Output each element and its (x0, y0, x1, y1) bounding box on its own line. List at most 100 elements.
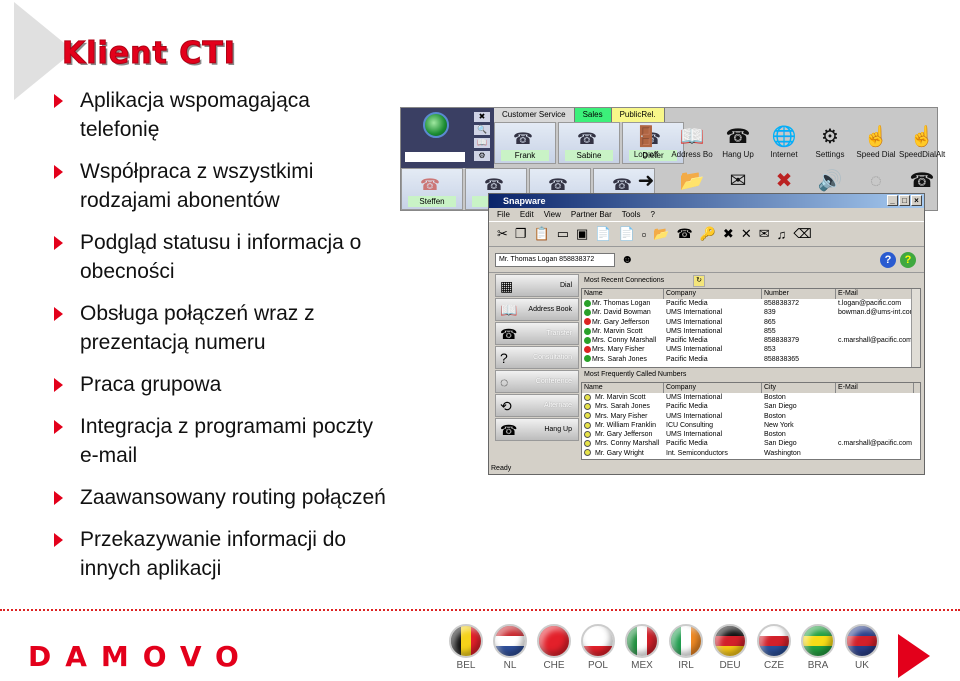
folder-icon[interactable]: 📂 (669, 168, 715, 194)
music-icon[interactable]: ♫ (777, 227, 787, 242)
dial-input[interactable] (405, 152, 465, 162)
table-row[interactable]: Mr. Gary Jefferson UMS International Bosto… (582, 430, 920, 439)
country-link[interactable]: DEU (712, 624, 748, 671)
table-row[interactable]: Mrs. Sarah Jones Pacific Media 858838365 (582, 355, 920, 364)
toolbar-button[interactable]: ☝ Speed Dial (853, 124, 899, 159)
column-header[interactable]: Company (664, 289, 762, 299)
menu-item[interactable]: File (497, 210, 510, 219)
document-small-icon[interactable]: ▫ (642, 227, 647, 242)
table-row[interactable]: Mr. Gary Wright Int. Semiconductors Washin… (582, 449, 920, 458)
book-icon[interactable]: 📖 (474, 138, 490, 148)
mail-icon[interactable]: ✉ (759, 226, 770, 242)
toolbar-button[interactable]: 🚪 Log off (623, 124, 669, 159)
column-header[interactable]: E-Mail (836, 289, 914, 299)
paste-icon[interactable]: 📋 (534, 226, 550, 242)
name-text: Mrs. Sarah Jones (592, 355, 647, 363)
cancel-window-icon[interactable]: ✖ (761, 168, 807, 194)
mail-icon[interactable]: ✉ (715, 168, 761, 194)
search-icon[interactable]: 🔍 (474, 125, 490, 135)
country-link[interactable]: NL (492, 624, 528, 671)
toolbar-button[interactable]: ☝ SpeedDialAlt (899, 124, 945, 159)
table-row[interactable]: Mr. Marvin Scott UMS International 855 (582, 327, 920, 336)
column-header[interactable]: City (762, 383, 836, 393)
lookup-icon[interactable]: ☻ (621, 252, 634, 266)
column-header[interactable]: Name (582, 289, 664, 299)
country-link[interactable]: CZE (756, 624, 792, 671)
partner-tile[interactable]: ☎ Steffen (401, 168, 463, 210)
phone-status-orb-icon[interactable] (423, 112, 449, 138)
action-button[interactable]: ◌ Conference (495, 370, 579, 393)
table-row[interactable]: Mrs. Sarah Jones Pacific Media San Diego (582, 402, 920, 411)
partner-tile[interactable]: ☎ Frank (494, 122, 556, 164)
cut-icon[interactable]: ✂ (497, 226, 508, 242)
eraser-icon[interactable]: ⌫ (793, 226, 811, 242)
action-button[interactable]: ☎ Transfer (495, 322, 579, 345)
table-row[interactable]: Mrs. Mary Fisher UMS International 853 (582, 345, 920, 354)
menu-item[interactable]: Partner Bar (571, 210, 612, 219)
table-row[interactable]: Mr. David Bowman UMS International 839 bowm… (582, 308, 920, 317)
table-row[interactable]: Mr. William Franklin ICU Consulting New Yo… (582, 421, 920, 430)
copy-icon[interactable]: ❐ (515, 226, 527, 242)
transfer-icon[interactable]: ☎ (899, 168, 945, 194)
folder-icon[interactable]: 📂 (653, 226, 669, 242)
column-header[interactable]: Company (664, 383, 762, 393)
document-icon[interactable]: 📄 (619, 226, 635, 242)
menu-item[interactable]: Tools (622, 210, 641, 219)
document-icon[interactable]: 📄 (595, 226, 611, 242)
country-link[interactable]: IRL (668, 624, 704, 671)
network-icon[interactable]: ⚙ (474, 151, 490, 161)
minimize-button[interactable]: _ (887, 195, 898, 206)
speed-dial-alt-icon: ☝ (909, 126, 935, 148)
refresh-icon[interactable]: ↻ (693, 275, 705, 287)
caller-field[interactable]: Mr. Thomas Logan 858838372 (495, 253, 615, 267)
toolbar-button[interactable]: ⚙ Settings (807, 124, 853, 159)
close-icon[interactable]: ✖ (474, 112, 490, 122)
context-help-icon[interactable]: ? (900, 252, 916, 268)
table-row[interactable]: Mrs. Conny Marshall Pacific Media 85883837… (582, 336, 920, 345)
tab-sales[interactable]: Sales (574, 108, 612, 122)
action-button[interactable]: ▦ Dial (495, 274, 579, 297)
help-icon[interactable]: ? (880, 252, 896, 268)
country-link[interactable]: BRA (800, 624, 836, 671)
country-link[interactable]: UK (844, 624, 880, 671)
window-icon[interactable]: ▭ (557, 226, 569, 242)
toolbar-button[interactable]: 🌐 Internet (761, 124, 807, 159)
remove-user-icon[interactable]: ✖ (723, 226, 734, 242)
tab-customer-service[interactable]: Customer Service (494, 108, 575, 122)
toolbar-button[interactable]: ☎ Hang Up (715, 124, 761, 159)
column-header[interactable]: E-Mail (836, 383, 914, 393)
next-arrow-icon[interactable] (898, 634, 930, 678)
delete-icon[interactable]: ✕ (741, 226, 752, 242)
menu-item[interactable]: ? (650, 210, 654, 219)
country-link[interactable]: CHE (536, 624, 572, 671)
maximize-button[interactable]: □ (899, 195, 910, 206)
close-button[interactable]: × (911, 195, 922, 206)
action-button[interactable]: 📖 Address Book (495, 298, 579, 321)
conference-icon[interactable]: ◌ (853, 168, 899, 194)
toolbar-button[interactable]: 📖 Address Bo (669, 124, 715, 159)
column-header[interactable]: Number (762, 289, 836, 299)
window-link-icon[interactable]: ▣ (576, 226, 588, 242)
action-button[interactable]: ⟲ Alternate (495, 394, 579, 417)
column-header[interactable]: Name (582, 383, 664, 393)
country-link[interactable]: MEX (624, 624, 660, 671)
voicemail-icon[interactable]: 🔊 (807, 168, 853, 194)
menu-item[interactable]: View (544, 210, 561, 219)
menu-item[interactable]: Edit (520, 210, 534, 219)
forward-icon[interactable]: ➜ (623, 168, 669, 194)
country-link[interactable]: POL (580, 624, 616, 671)
action-button[interactable]: ☎ Hang Up (495, 418, 579, 441)
city-cell: Boston (764, 431, 786, 439)
phone-book-icon[interactable]: ☎ (677, 226, 693, 242)
action-button[interactable]: ? Consultation (495, 346, 579, 369)
table-row[interactable]: Mr. Gary Jefferson UMS International 865 (582, 318, 920, 327)
tab-public-relations[interactable]: PublicRel. (611, 108, 665, 122)
table-row[interactable]: Mrs. Mary Fisher UMS International Boston (582, 412, 920, 421)
table-row[interactable]: Mr. Marvin Scott UMS International Boston (582, 393, 920, 402)
key-icon[interactable]: 🔑 (700, 226, 716, 242)
table-row[interactable]: Mrs. Conny Marshall Pacific Media San Dieg… (582, 439, 920, 448)
scrollbar[interactable] (911, 289, 920, 367)
country-link[interactable]: BEL (448, 624, 484, 671)
partner-tile[interactable]: ☎ Sabine (558, 122, 620, 164)
table-row[interactable]: Mr. Thomas Logan Pacific Media 858838372 t.… (582, 299, 920, 308)
